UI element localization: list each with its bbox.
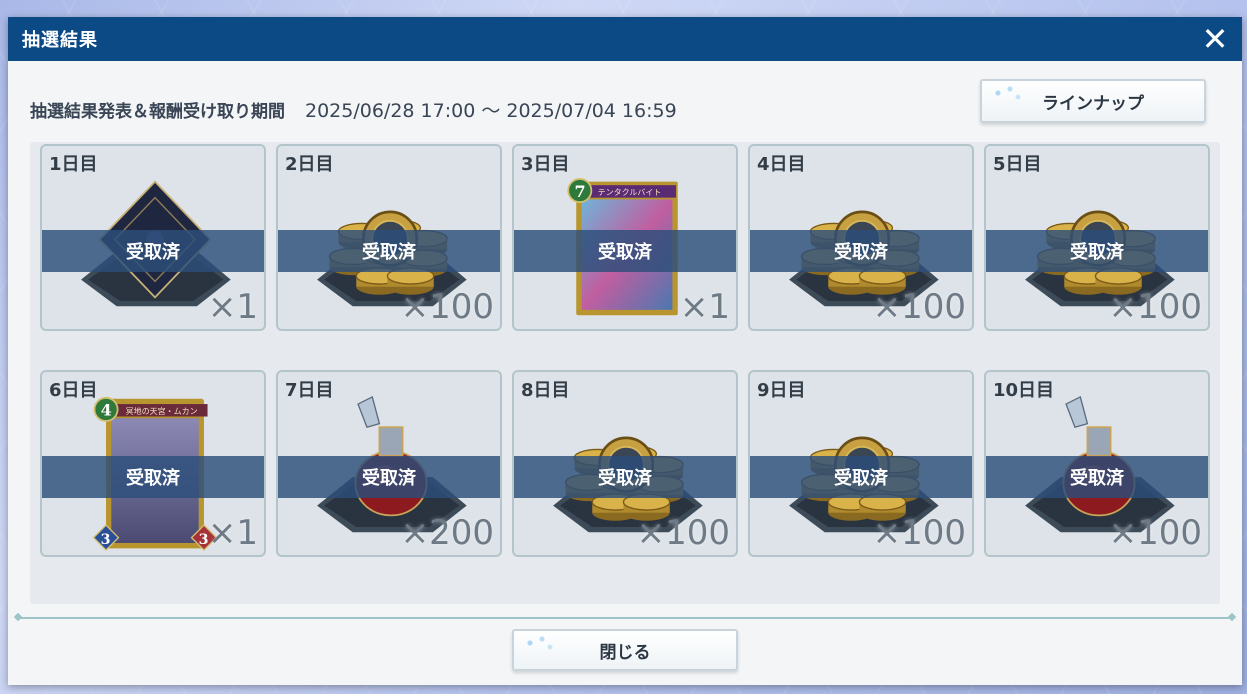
day-label: 3日目 <box>521 154 570 175</box>
claimed-band: 受取済 <box>514 456 736 498</box>
day-label: 5日目 <box>993 154 1042 175</box>
reward-cell-day-8: 8日目 ×100 受取済 <box>512 370 738 557</box>
claimed-status: 受取済 <box>1070 468 1124 489</box>
day-label: 10日目 <box>993 380 1055 401</box>
period-value: 2025/06/28 17:00 〜 2025/07/04 16:59 <box>305 99 677 122</box>
day-label: 2日目 <box>285 154 334 175</box>
reward-grid: 1日目 ×1 受取済 2日目 ×100 受取済 テンタクルバイト 7 3日目 ×1 受取済 4日目 ×1… <box>30 142 1220 604</box>
claimed-status: 受取済 <box>362 468 416 489</box>
claimed-band: 受取済 <box>42 230 264 272</box>
svg-text:7: 7 <box>574 182 585 201</box>
lottery-result-dialog: 抽選結果 ✕ 抽選結果発表＆報酬受け取り期間 2025/06/28 17:00 … <box>8 17 1242 685</box>
reward-cell-day-1: 1日目 ×1 受取済 <box>40 144 266 331</box>
lineup-button-label: ラインナップ <box>1042 93 1144 114</box>
claimed-band: 受取済 <box>514 230 736 272</box>
divider <box>18 617 1232 619</box>
close-button[interactable]: 閉じる <box>512 629 738 671</box>
claimed-status: 受取済 <box>126 468 180 489</box>
claimed-status: 受取済 <box>126 242 180 263</box>
reward-cell-day-6: 冥地の天宮・ムカン 4 3 3 6日目 ×1 受取済 <box>40 370 266 557</box>
quantity-label: ×100 <box>400 287 494 327</box>
claimed-band: 受取済 <box>750 230 972 272</box>
claimed-status: 受取済 <box>598 468 652 489</box>
close-icon[interactable]: ✕ <box>1200 23 1230 55</box>
quantity-label: ×200 <box>400 513 494 553</box>
close-button-label: 閉じる <box>599 642 651 663</box>
reward-cell-day-2: 2日目 ×100 受取済 <box>276 144 502 331</box>
claimed-band: 受取済 <box>750 456 972 498</box>
claimed-band: 受取済 <box>42 456 264 498</box>
claimed-band: 受取済 <box>986 456 1208 498</box>
day-label: 1日目 <box>49 154 98 175</box>
period-label: 抽選結果発表＆報酬受け取り期間 <box>30 101 285 122</box>
reward-cell-day-10: 10日目 ×100 受取済 <box>984 370 1210 557</box>
titlebar: 抽選結果 ✕ <box>8 17 1242 61</box>
svg-text:3: 3 <box>101 532 111 548</box>
reward-cell-day-4: 4日目 ×100 受取済 <box>748 144 974 331</box>
claimed-status: 受取済 <box>598 242 652 263</box>
reward-cell-day-9: 9日目 ×100 受取済 <box>748 370 974 557</box>
day-label: 6日目 <box>49 380 98 401</box>
lineup-button[interactable]: ラインナップ <box>980 79 1206 123</box>
quantity-label: ×1 <box>207 287 258 327</box>
claimed-status: 受取済 <box>362 242 416 263</box>
claimed-band: 受取済 <box>278 230 500 272</box>
svg-text:テンタクルバイト: テンタクルバイト <box>598 188 662 197</box>
claimed-status: 受取済 <box>834 242 888 263</box>
quantity-label: ×100 <box>872 513 966 553</box>
quantity-label: ×1 <box>679 287 730 327</box>
reward-cell-day-3: テンタクルバイト 7 3日目 ×1 受取済 <box>512 144 738 331</box>
svg-text:4: 4 <box>101 401 112 420</box>
claimed-band: 受取済 <box>986 230 1208 272</box>
claimed-status: 受取済 <box>834 468 888 489</box>
sparkle-decoration <box>520 633 560 657</box>
reward-cell-day-7: 7日目 ×200 受取済 <box>276 370 502 557</box>
day-label: 8日目 <box>521 380 570 401</box>
day-label: 7日目 <box>285 380 334 401</box>
day-label: 9日目 <box>757 380 806 401</box>
quantity-label: ×100 <box>872 287 966 327</box>
quantity-label: ×100 <box>1108 513 1202 553</box>
dialog-title: 抽選結果 <box>22 30 98 51</box>
period-row: 抽選結果発表＆報酬受け取り期間 2025/06/28 17:00 〜 2025/… <box>30 79 1220 127</box>
quantity-label: ×100 <box>636 513 730 553</box>
sparkle-decoration <box>988 83 1028 107</box>
quantity-label: ×1 <box>207 513 258 553</box>
claimed-status: 受取済 <box>1070 242 1124 263</box>
svg-text:冥地の天宮・ムカン: 冥地の天宮・ムカン <box>126 406 198 416</box>
quantity-label: ×100 <box>1108 287 1202 327</box>
claimed-band: 受取済 <box>278 456 500 498</box>
reward-cell-day-5: 5日目 ×100 受取済 <box>984 144 1210 331</box>
day-label: 4日目 <box>757 154 806 175</box>
